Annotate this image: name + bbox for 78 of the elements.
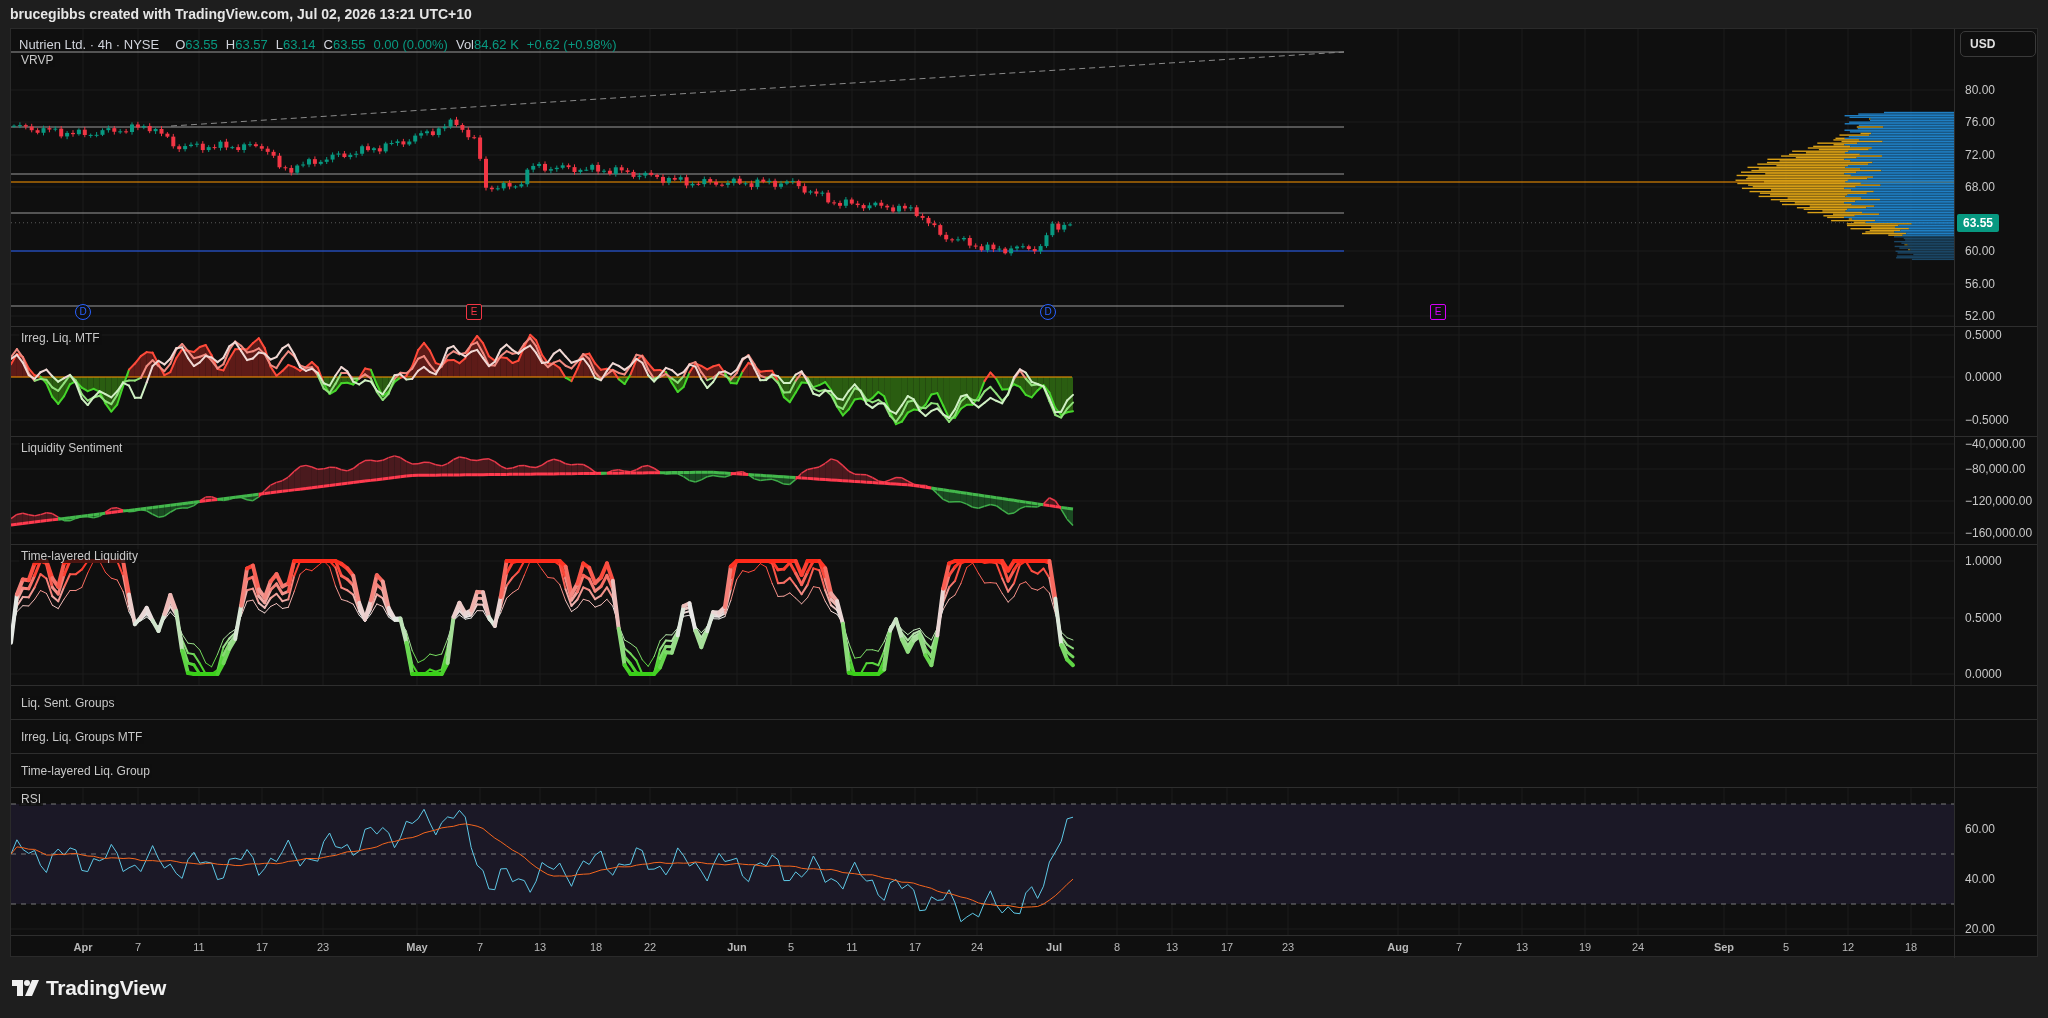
axis-label: 40.00 [1965, 872, 1996, 886]
time-label: 13 [533, 941, 547, 953]
axis-label: 0.0000 [1965, 370, 2002, 384]
symbol-title: Nutrien Ltd. · 4h · NYSE [19, 37, 160, 52]
time-label: Jun [727, 941, 747, 953]
axis-label: 0.5000 [1965, 328, 2002, 342]
time-label: 5 [787, 941, 795, 953]
legend-value: 63.57 [235, 37, 268, 52]
axis-label: 0.0000 [1965, 667, 2002, 681]
axis-label: 0.5000 [1965, 611, 2002, 625]
axis-label: 72.00 [1965, 148, 1996, 162]
axis-label: 60.00 [1965, 822, 1996, 836]
axis-label: 68.00 [1965, 180, 1996, 194]
legend-change: 0.00 (0.00%) [373, 37, 448, 52]
legend-value: 63.55 [332, 37, 366, 52]
axis-label: −80,000.00 [1965, 462, 2026, 476]
last-price-label: 63.55 [1957, 213, 2000, 232]
legend-label: L [275, 37, 283, 52]
axis-label: −120,000.00 [1965, 494, 2033, 508]
axis-label: 20.00 [1965, 922, 1996, 936]
time-label: 24 [970, 941, 984, 953]
earnings-marker[interactable]: E [466, 304, 482, 320]
legend-value: 84.62 K [474, 37, 519, 52]
earnings-marker[interactable]: E [1430, 304, 1446, 320]
pane-title: Liquidity Sentiment [19, 441, 125, 455]
brand-name: TradingView [46, 975, 166, 1000]
legend-label: H [225, 37, 236, 52]
time-label: 17 [1220, 941, 1234, 953]
axis-label: 52.00 [1965, 309, 1996, 323]
time-label: 12 [1841, 941, 1855, 953]
pane-title: Time-layered Liq. Group [19, 764, 152, 778]
axis-label: −0.5000 [1965, 413, 2009, 427]
pane-title: Irreg. Liq. Groups MTF [19, 730, 145, 744]
axis-label: 76.00 [1965, 115, 1996, 129]
legend-label: O [175, 37, 186, 52]
axis-label: 80.00 [1965, 83, 1996, 97]
time-label: 8 [1113, 941, 1121, 953]
legend-value: 63.55 [185, 37, 218, 52]
attribution-text: brucegibbs created with TradingView.com, Jul 02, 2026 13:21 UTC+10 [10, 6, 472, 22]
time-label: 7 [476, 941, 484, 953]
time-label: Jul [1046, 941, 1062, 953]
time-label: 23 [316, 941, 330, 953]
dividend-marker[interactable]: D [1040, 304, 1056, 320]
legend-value: 63.14 [283, 37, 316, 52]
time-label: 7 [1455, 941, 1463, 953]
time-label: May [406, 941, 428, 953]
time-label: Aug [1387, 941, 1409, 953]
time-label: 18 [1904, 941, 1918, 953]
axis-label: −40,000.00 [1965, 437, 2026, 451]
time-label: 22 [643, 941, 657, 953]
legend-label: Vol [455, 37, 474, 52]
axis-label: −160,000.00 [1965, 526, 2033, 540]
pane-title: Time-layered Liquidity [19, 549, 140, 563]
time-label: 17 [908, 941, 922, 953]
time-label: Sep [1713, 941, 1735, 953]
time-label: 11 [193, 941, 205, 953]
pane-title: VRVP [19, 53, 56, 67]
time-label: 18 [589, 941, 603, 953]
time-label: 24 [1631, 941, 1645, 953]
pane-title: RSI [19, 792, 43, 806]
pane-title: Liq. Sent. Groups [19, 696, 117, 710]
time-label: Apr [73, 941, 93, 953]
time-label: 17 [255, 941, 269, 953]
time-label: 13 [1515, 941, 1529, 953]
time-label: 11 [846, 941, 858, 953]
legend-label: C [323, 37, 333, 52]
time-label: 13 [1165, 941, 1179, 953]
pane-title: Irreg. Liq. MTF [19, 331, 102, 345]
axis-label: 56.00 [1965, 277, 1996, 291]
currency-button[interactable]: USD [1960, 31, 2036, 57]
axis-label: 1.0000 [1965, 554, 2002, 568]
axis-label: 60.00 [1965, 244, 1996, 258]
dividend-marker[interactable]: D [75, 304, 91, 320]
legend-change: +0.62 (+0.98%) [526, 37, 617, 52]
time-label: 5 [1782, 941, 1790, 953]
time-label: 19 [1578, 941, 1592, 953]
time-label: 7 [134, 941, 142, 953]
time-label: 23 [1281, 941, 1295, 953]
